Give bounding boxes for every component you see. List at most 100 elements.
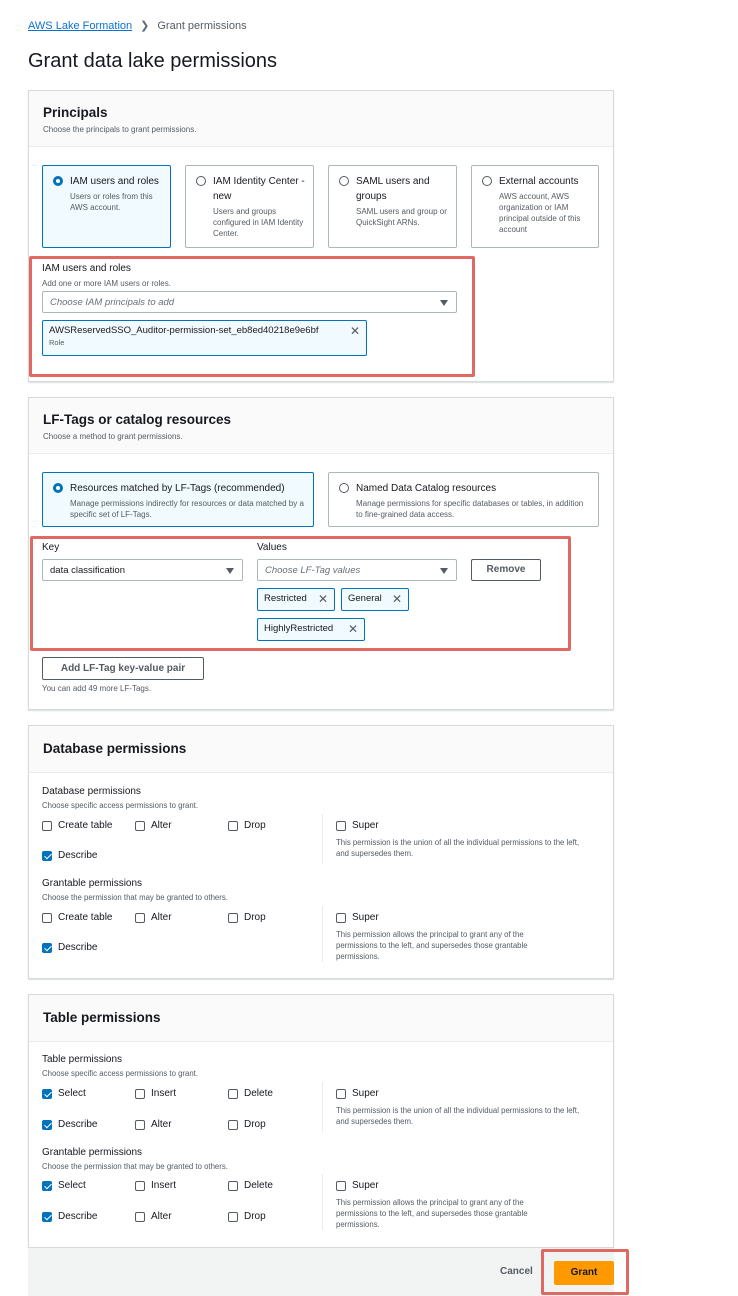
checkbox-label: Alter	[151, 1119, 172, 1130]
checkbox-box[interactable]	[135, 820, 145, 831]
checkbox-box[interactable]	[42, 1119, 52, 1130]
checkbox-db-grant-drop[interactable]: Drop	[228, 912, 266, 923]
table-perm-desc: Choose specific access permissions to gr…	[42, 1069, 199, 1078]
checkbox-db-describe[interactable]: Describe	[42, 850, 97, 861]
checkbox-db-super[interactable]: Super	[336, 820, 379, 831]
close-icon[interactable]: ✕	[350, 324, 360, 338]
breadcrumb-link-lake-formation[interactable]: AWS Lake Formation	[28, 20, 132, 32]
checkbox-box[interactable]	[42, 850, 52, 861]
checkbox-db-create-table[interactable]: Create table	[42, 820, 112, 831]
lftags-desc: Choose a method to grant permissions.	[43, 432, 183, 441]
database-perm-head: Database permissions	[42, 786, 141, 797]
checkbox-box[interactable]	[42, 1088, 52, 1099]
checkbox-box[interactable]	[336, 1180, 346, 1191]
option-external-accounts[interactable]: External accounts AWS account, AWS organ…	[471, 165, 599, 248]
checkbox-box[interactable]	[228, 1119, 238, 1130]
tbl-grant-super-desc: This permission allows the principal to …	[336, 1198, 528, 1229]
checkbox-label: Describe	[58, 942, 98, 953]
checkbox-label: Delete	[244, 1088, 273, 1099]
checkbox-label: Super	[352, 820, 379, 831]
checkbox-box[interactable]	[42, 912, 52, 923]
checkbox-box[interactable]	[228, 820, 238, 831]
checkbox-tbl-grant-select[interactable]: Select	[42, 1180, 86, 1191]
radio-saml-users-groups[interactable]	[339, 176, 349, 186]
iam-principal-token: AWSReservedSSO_Auditor-permission-set_eb…	[42, 320, 367, 356]
token-type: Role	[49, 338, 65, 347]
values-placeholder: Choose LF-Tag values	[265, 565, 361, 576]
radio-external-accounts[interactable]	[482, 176, 492, 186]
checkbox-box[interactable]	[228, 1211, 238, 1222]
remove-button[interactable]: Remove	[471, 559, 541, 581]
checkbox-tbl-drop[interactable]: Drop	[228, 1119, 266, 1130]
checkbox-tbl-grant-super[interactable]: Super	[336, 1180, 379, 1191]
checkbox-db-drop[interactable]: Drop	[228, 820, 266, 831]
checkbox-box[interactable]	[42, 1180, 52, 1191]
checkbox-db-grant-describe[interactable]: Describe	[42, 942, 97, 953]
checkbox-tbl-grant-describe[interactable]: Describe	[42, 1211, 97, 1222]
checkbox-db-grant-super[interactable]: Super	[336, 912, 379, 923]
checkbox-box[interactable]	[135, 1211, 145, 1222]
option-lf-tags[interactable]: Resources matched by LF-Tags (recommende…	[42, 472, 314, 527]
key-select[interactable]: data classification	[42, 559, 243, 581]
iam-principals-placeholder: Choose IAM principals to add	[50, 297, 175, 308]
option-iam-identity-center[interactable]: IAM Identity Center - new Users and grou…	[185, 165, 314, 248]
checkbox-tbl-delete[interactable]: Delete	[228, 1088, 273, 1099]
checkbox-tbl-grant-insert[interactable]: Insert	[135, 1180, 176, 1191]
radio-named-resources[interactable]	[339, 483, 349, 493]
checkbox-tbl-super[interactable]: Super	[336, 1088, 379, 1099]
cancel-button[interactable]: Cancel	[500, 1266, 533, 1277]
checkbox-db-grant-create-table[interactable]: Create table	[42, 912, 112, 923]
checkbox-box[interactable]	[336, 1088, 346, 1099]
checkbox-tbl-grant-drop[interactable]: Drop	[228, 1211, 266, 1222]
add-lftag-pair-button[interactable]: Add LF-Tag key-value pair	[42, 657, 204, 680]
checkbox-label: Delete	[244, 1180, 273, 1191]
checkbox-box[interactable]	[135, 912, 145, 923]
breadcrumb: AWS Lake Formation ❯ Grant permissions	[28, 19, 247, 33]
close-icon[interactable]: ✕	[392, 592, 402, 606]
radio-iam-identity-center[interactable]	[196, 176, 206, 186]
checkbox-db-grant-alter[interactable]: Alter	[135, 912, 172, 923]
token-label: HighlyRestricted	[264, 623, 334, 634]
option-saml-users-groups[interactable]: SAML users and groups SAML users and gro…	[328, 165, 457, 248]
option-title: SAML users and groups	[356, 176, 430, 202]
database-title: Database permissions	[43, 741, 187, 756]
checkbox-tbl-describe[interactable]: Describe	[42, 1119, 97, 1130]
checkbox-tbl-select[interactable]: Select	[42, 1088, 86, 1099]
checkbox-box[interactable]	[42, 1211, 52, 1222]
divider	[322, 906, 323, 962]
lftags-header: LF-Tags or catalog resources Choose a me…	[29, 398, 613, 454]
checkbox-box[interactable]	[135, 1180, 145, 1191]
checkbox-label: Alter	[151, 912, 172, 923]
iam-principals-select[interactable]: Choose IAM principals to add	[42, 291, 457, 313]
checkbox-box[interactable]	[135, 1119, 145, 1130]
grant-button[interactable]: Grant	[554, 1261, 614, 1285]
value-token-general: General ✕	[341, 588, 409, 611]
checkbox-box[interactable]	[228, 1180, 238, 1191]
checkbox-box[interactable]	[42, 820, 52, 831]
checkbox-box[interactable]	[336, 912, 346, 923]
checkbox-label: Super	[352, 1180, 379, 1191]
checkbox-box[interactable]	[42, 942, 52, 953]
checkbox-db-alter[interactable]: Alter	[135, 820, 172, 831]
breadcrumb-current: Grant permissions	[157, 19, 247, 32]
checkbox-tbl-grant-delete[interactable]: Delete	[228, 1180, 273, 1191]
checkbox-label: Describe	[58, 1211, 98, 1222]
caret-down-icon	[226, 568, 234, 574]
option-desc: Users and groups configured in IAM Ident…	[213, 207, 304, 238]
values-select[interactable]: Choose LF-Tag values	[257, 559, 457, 581]
close-icon[interactable]: ✕	[318, 592, 328, 606]
checkbox-box[interactable]	[135, 1088, 145, 1099]
checkbox-tbl-alter[interactable]: Alter	[135, 1119, 172, 1130]
close-icon[interactable]: ✕	[348, 622, 358, 636]
option-named-resources[interactable]: Named Data Catalog resources Manage perm…	[328, 472, 599, 527]
radio-iam-users-roles[interactable]	[53, 176, 63, 186]
checkbox-box[interactable]	[336, 820, 346, 831]
checkbox-tbl-grant-alter[interactable]: Alter	[135, 1211, 172, 1222]
radio-lf-tags[interactable]	[53, 483, 63, 493]
principals-title: Principals	[43, 105, 108, 120]
checkbox-label: Describe	[58, 850, 98, 861]
checkbox-tbl-insert[interactable]: Insert	[135, 1088, 176, 1099]
checkbox-box[interactable]	[228, 1088, 238, 1099]
option-iam-users-roles[interactable]: IAM users and roles Users or roles from …	[42, 165, 171, 248]
checkbox-box[interactable]	[228, 912, 238, 923]
